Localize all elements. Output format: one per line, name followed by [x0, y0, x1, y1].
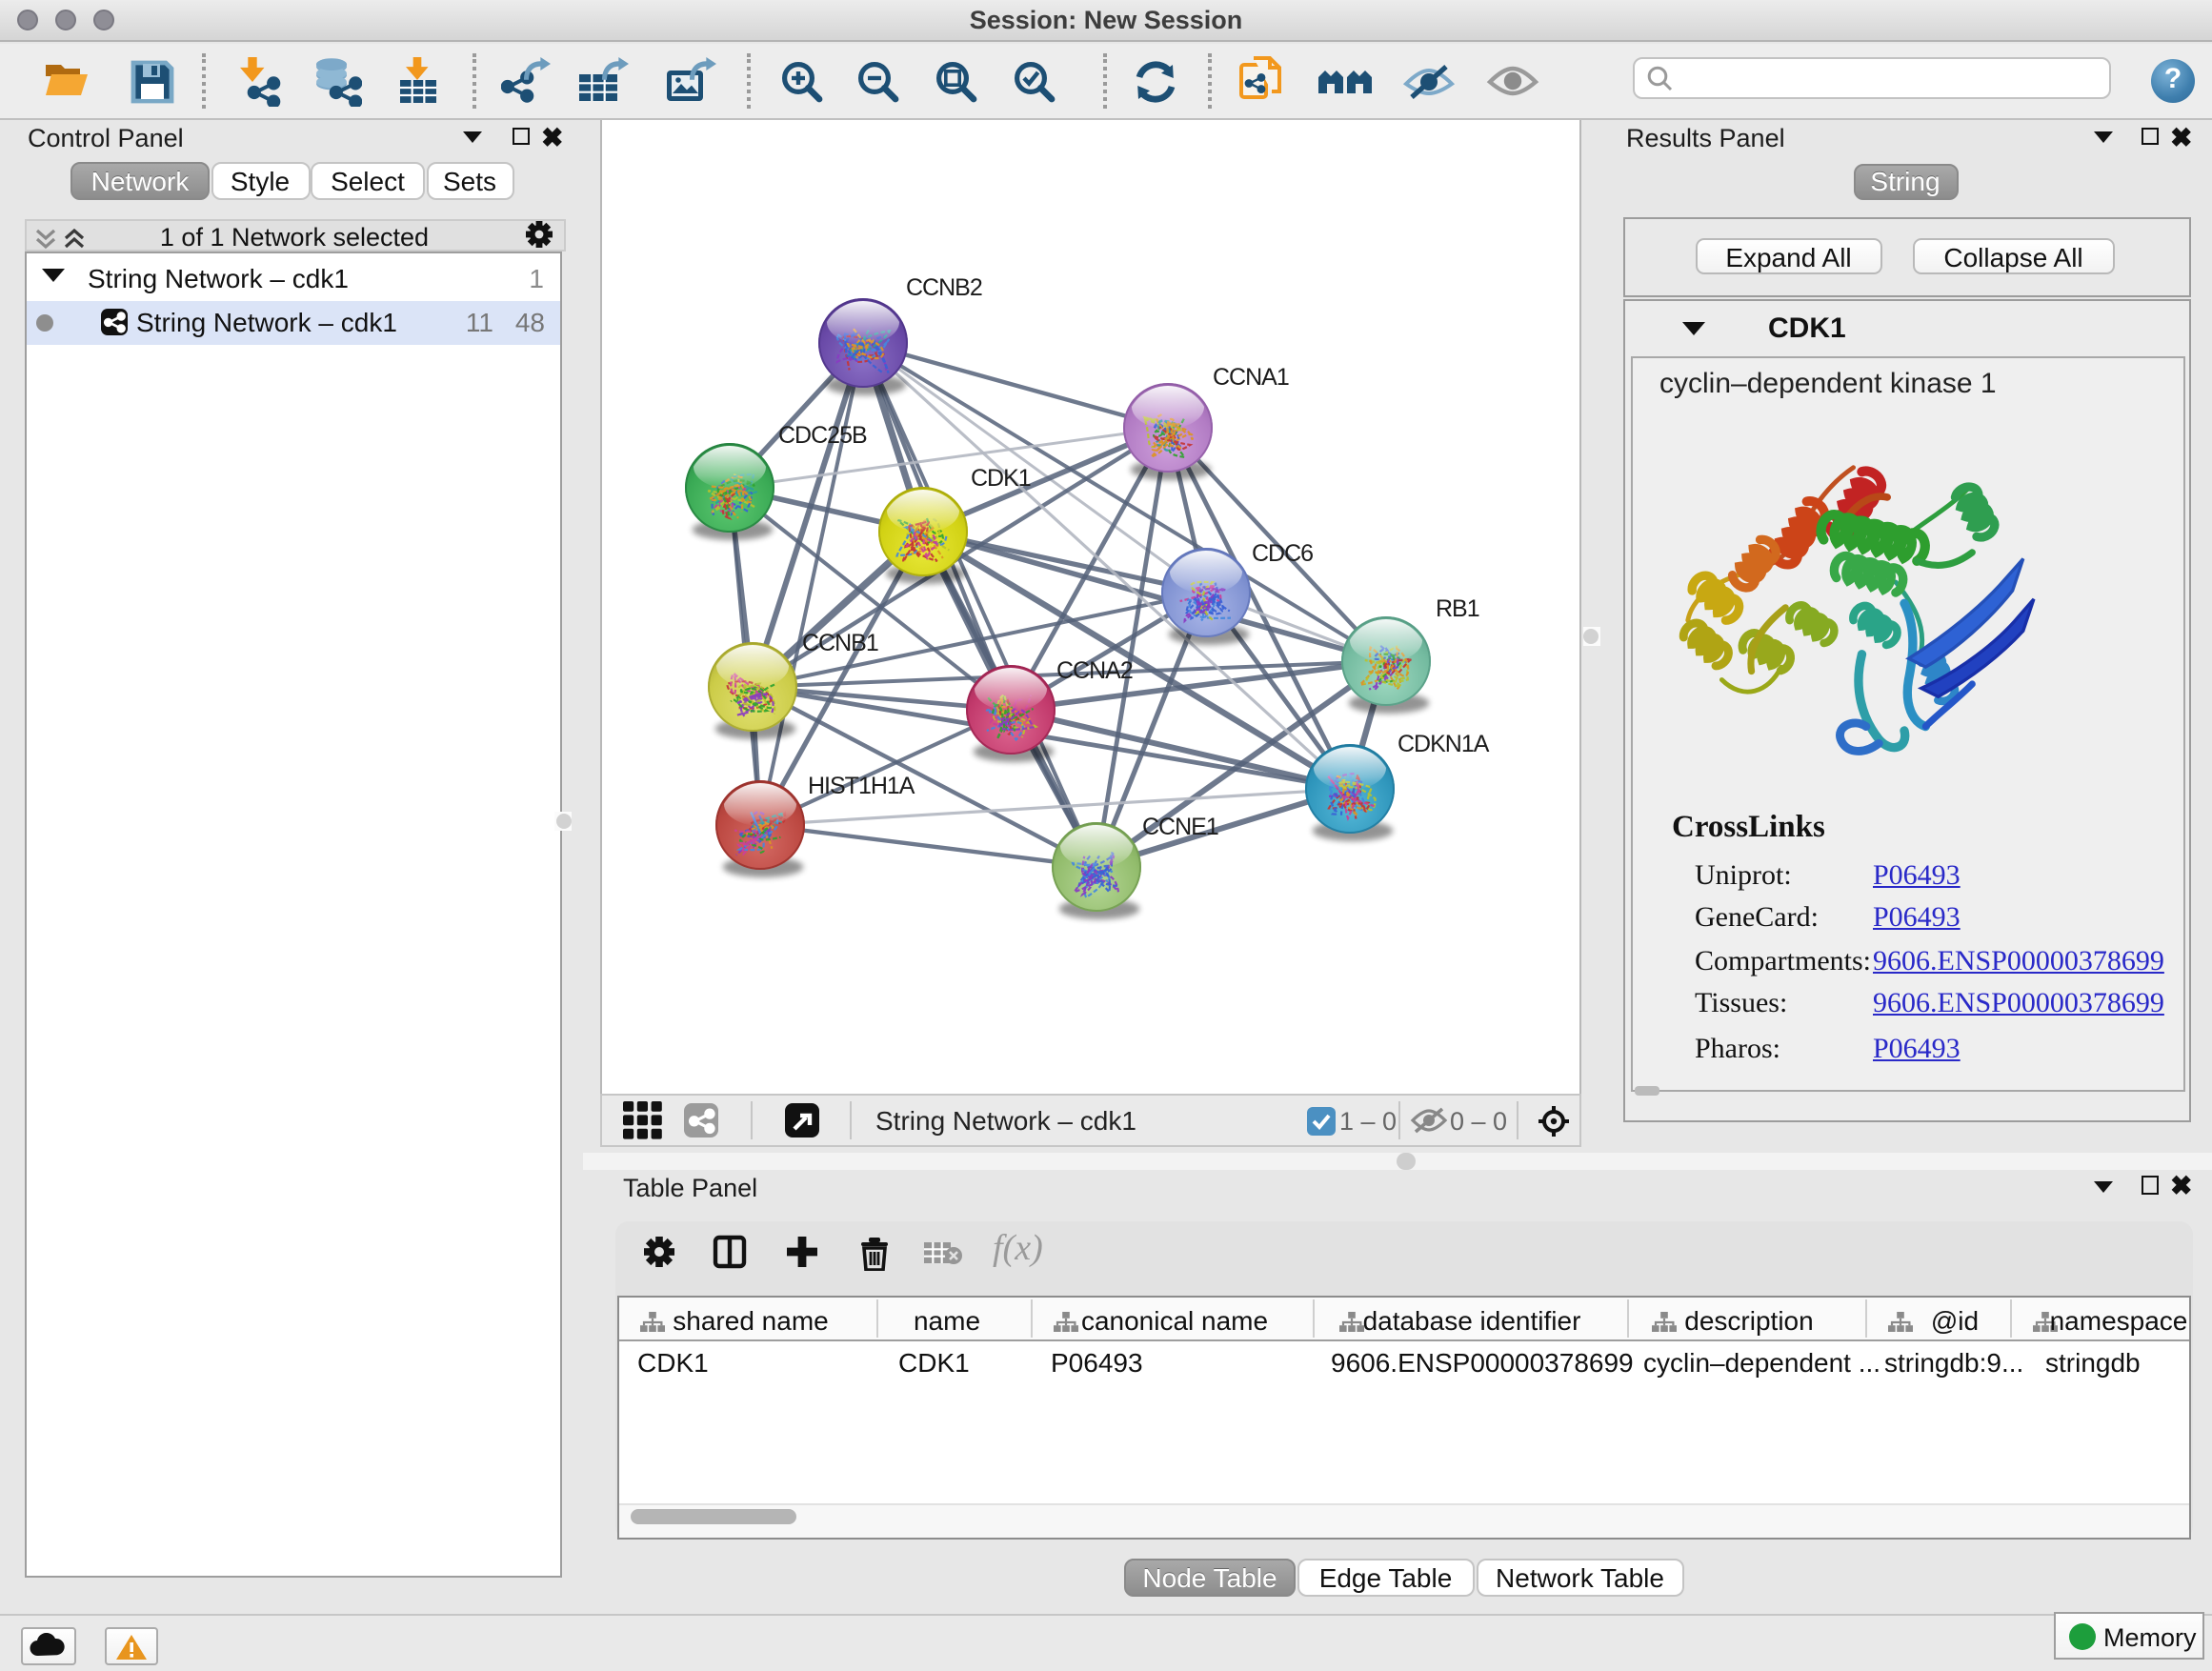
svg-text:CDKN1A: CDKN1A [1397, 731, 1489, 757]
svg-text:CCNB2: CCNB2 [905, 274, 981, 301]
svg-text:CCNE1: CCNE1 [1141, 814, 1217, 840]
svg-text:HIST1H1A: HIST1H1A [807, 773, 915, 799]
svg-text:RB1: RB1 [1435, 595, 1478, 622]
svg-text:CCNA2: CCNA2 [1056, 657, 1132, 684]
svg-text:CDC25B: CDC25B [777, 422, 866, 449]
svg-text:CCNB1: CCNB1 [801, 630, 877, 656]
svg-text:CDC6: CDC6 [1251, 540, 1312, 567]
svg-text:CCNA1: CCNA1 [1212, 364, 1288, 391]
svg-text:CDK1: CDK1 [970, 465, 1030, 492]
